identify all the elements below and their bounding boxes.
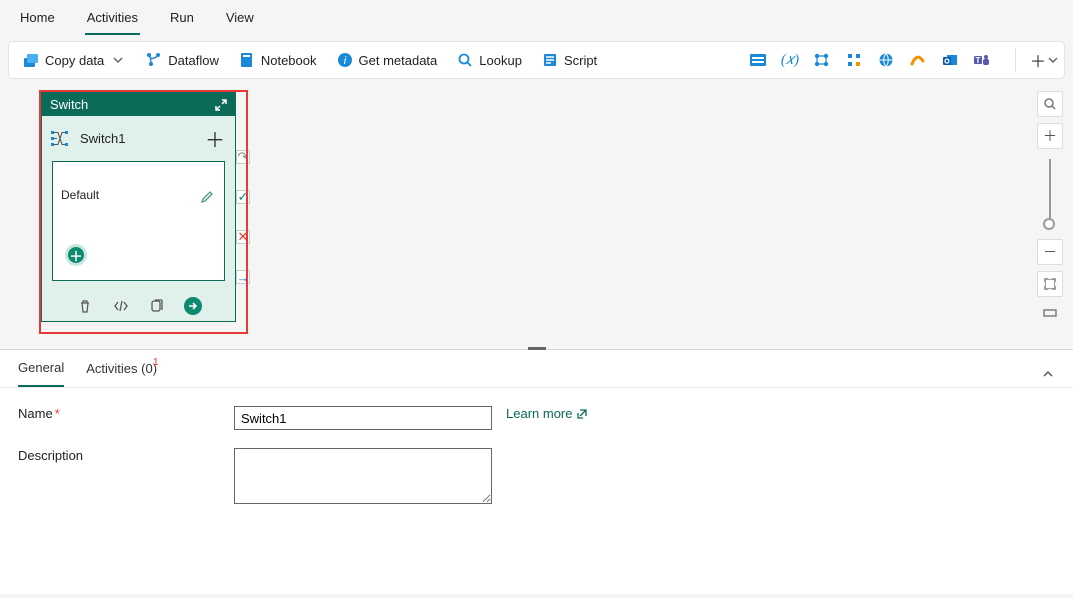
zoom-out-button[interactable]: － [1037, 239, 1063, 265]
success-handle-icon[interactable]: ✓ [236, 190, 250, 204]
switch-activity-row: Switch1 ＋ [42, 116, 235, 161]
pencil-icon[interactable] [200, 190, 214, 204]
script-label: Script [564, 53, 597, 68]
switch-card-title: Switch [50, 97, 88, 112]
svg-text:T: T [976, 56, 981, 65]
lookup-button[interactable]: Lookup [449, 48, 530, 72]
notebook-icon [239, 52, 255, 68]
lookup-label: Lookup [479, 53, 522, 68]
switch-icon [50, 129, 70, 149]
skip-handle-icon[interactable]: ↷ [236, 150, 250, 164]
fit-to-screen-button[interactable] [1037, 271, 1063, 297]
info-icon: i [337, 52, 353, 68]
completion-handle-icon[interactable]: → [236, 270, 250, 284]
tab-activities[interactable]: Activities [85, 6, 140, 35]
plus-icon: ＋ [1030, 48, 1046, 72]
name-label: Name [18, 406, 53, 421]
zoom-slider-thumb[interactable] [1043, 218, 1055, 230]
delete-icon[interactable] [76, 297, 94, 315]
script-icon [542, 52, 558, 68]
default-case-box[interactable]: Default ＋ [52, 161, 225, 281]
failure-handle-icon[interactable]: ✕ [236, 230, 250, 244]
foreach-icon[interactable] [813, 51, 831, 69]
activities-toolbar: Copy data Dataflow Notebook i Get metada… [8, 41, 1065, 79]
copy-data-label: Copy data [45, 53, 104, 68]
run-icon[interactable] [184, 297, 202, 315]
description-label: Description [18, 448, 83, 463]
fullscreen-button[interactable] [1037, 303, 1063, 329]
properties-tabs: General Activities (0)1 [0, 350, 1073, 388]
copy-icon[interactable] [148, 297, 166, 315]
learn-more-label: Learn more [506, 406, 572, 421]
canvas-search-button[interactable] [1037, 91, 1063, 117]
notebook-button[interactable]: Notebook [231, 48, 325, 72]
dependency-handles: ↷ ✓ ✕ → [236, 150, 250, 284]
code-icon[interactable] [112, 297, 130, 315]
webhook-icon[interactable] [909, 51, 927, 69]
dataflow-label: Dataflow [168, 53, 219, 68]
pipeline-canvas[interactable]: Switch Switch1 ＋ Default ＋ [0, 79, 1073, 349]
default-case-label: Default [61, 188, 99, 202]
outlook-icon[interactable] [941, 51, 959, 69]
append-icon[interactable] [845, 51, 863, 69]
script-button[interactable]: Script [534, 48, 605, 72]
name-input[interactable] [234, 406, 492, 430]
copy-data-button[interactable]: Copy data [15, 48, 134, 72]
add-case-button[interactable]: ＋ [205, 124, 225, 153]
variable-icon[interactable]: (𝑥) [781, 51, 799, 69]
zoom-slider[interactable] [1049, 159, 1051, 229]
switch-activity-name: Switch1 [80, 131, 126, 146]
get-metadata-button[interactable]: i Get metadata [329, 48, 446, 72]
switch-card-header[interactable]: Switch [42, 93, 235, 116]
canvas-controls: ＋ － [1037, 91, 1063, 329]
top-menu: Home Activities Run View [0, 0, 1073, 35]
search-icon [457, 52, 473, 68]
switch-activity-card[interactable]: Switch Switch1 ＋ Default ＋ [41, 92, 236, 322]
web-icon[interactable] [877, 51, 895, 69]
general-form: Name* Learn more Description [0, 388, 1073, 540]
properties-panel: General Activities (0)1 Name* Learn more… [0, 350, 1073, 594]
zoom-in-button[interactable]: ＋ [1037, 123, 1063, 149]
get-metadata-label: Get metadata [359, 53, 438, 68]
notebook-label: Notebook [261, 53, 317, 68]
learn-more-link[interactable]: Learn more [506, 406, 588, 421]
required-indicator: * [55, 406, 60, 421]
teams-icon[interactable]: T [973, 51, 991, 69]
tab-run[interactable]: Run [168, 6, 196, 35]
external-link-icon [576, 408, 588, 420]
card-action-bar [42, 291, 235, 321]
activities-badge: 1 [153, 357, 159, 368]
add-activity-to-case-button[interactable]: ＋ [65, 244, 87, 266]
chevron-down-icon [1048, 55, 1058, 65]
add-activity-button[interactable]: ＋ [1015, 48, 1058, 72]
tab-activities-count[interactable]: Activities (0) [86, 361, 157, 386]
expand-icon[interactable] [215, 99, 227, 111]
description-textarea[interactable] [234, 448, 492, 504]
copy-data-icon [23, 52, 39, 68]
chevron-down-icon [110, 52, 126, 68]
tab-home[interactable]: Home [18, 6, 57, 35]
tab-view[interactable]: View [224, 6, 256, 35]
activity-placeholder-icon[interactable] [749, 51, 767, 69]
dataflow-button[interactable]: Dataflow [138, 48, 227, 72]
tab-general[interactable]: General [18, 360, 64, 387]
collapse-panel-button[interactable] [1041, 367, 1055, 381]
branch-icon [146, 52, 162, 68]
